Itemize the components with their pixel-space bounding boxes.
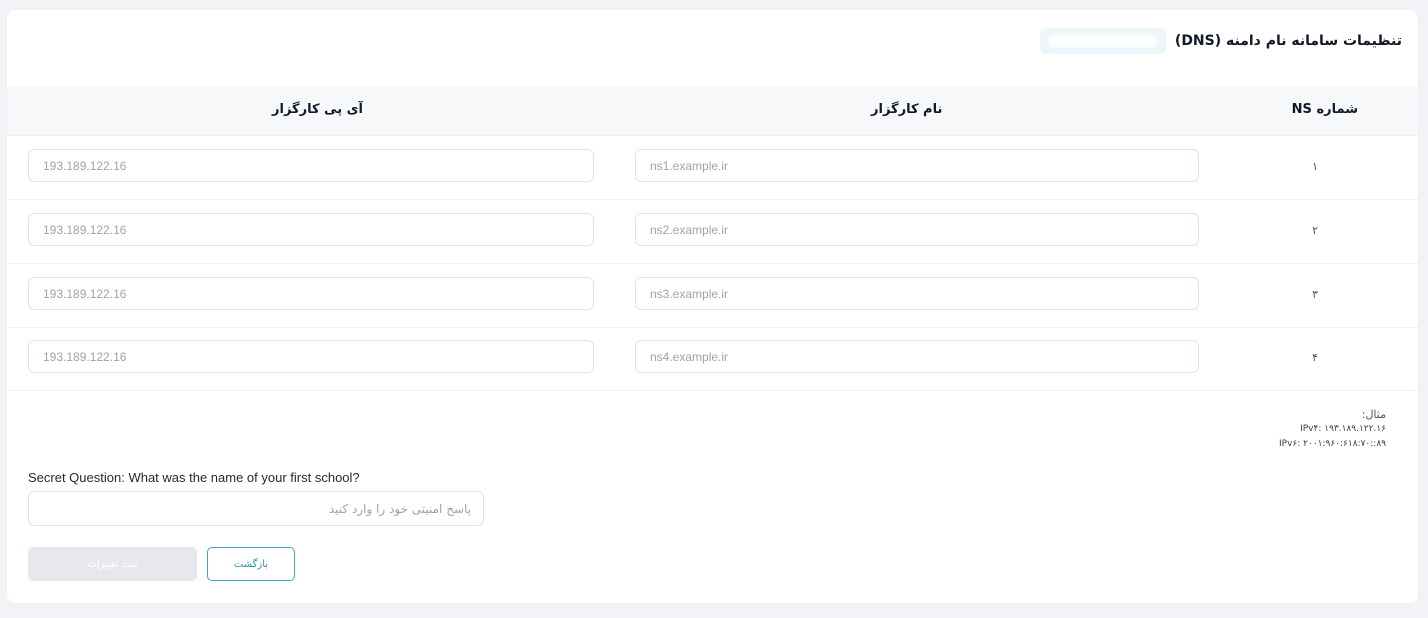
page-title: تنظیمات سامانه نام دامنه (DNS): [1174, 33, 1402, 49]
server-ip-input-1[interactable]: [28, 149, 594, 182]
table-row: ۱: [7, 136, 1418, 200]
table-header: شماره NS نام کارگزار آی پی کارگزار: [7, 86, 1418, 136]
security-answer-input[interactable]: [28, 491, 484, 526]
example-label: مثال:: [1361, 408, 1386, 421]
server-name-input-4[interactable]: [635, 340, 1199, 373]
dns-settings-card: تنظیمات سامانه نام دامنه (DNS) شماره NS …: [7, 10, 1418, 603]
example-ipv6: IPv۶: ۲۰۰۱:۹۶۰:۶۱۸:۷۰::۸۹: [1279, 439, 1386, 449]
column-header-server-ip: آی پی کارگزار: [272, 102, 363, 117]
submit-changes-button[interactable]: ثبت تغییرات: [28, 547, 197, 581]
server-ip-input-2[interactable]: [28, 213, 594, 246]
server-ip-input-3[interactable]: [28, 277, 594, 310]
ns-number: ۲: [1312, 224, 1318, 237]
table-row: ۴: [7, 327, 1418, 391]
table-row: ۲: [7, 200, 1418, 264]
server-name-input-2[interactable]: [635, 213, 1199, 246]
example-hint: مثال: IPv۴: ۱۹۳.۱۸۹.۱۲۲.۱۶ IPv۶: ۲۰۰۱:۹۶…: [1279, 407, 1386, 452]
ns-number: ۴: [1312, 351, 1318, 364]
ns-number: ۳: [1312, 288, 1318, 301]
example-ipv4: IPv۴: ۱۹۳.۱۸۹.۱۲۲.۱۶: [1300, 424, 1386, 434]
ns-number: ۱: [1312, 160, 1318, 173]
card-header: تنظیمات سامانه نام دامنه (DNS): [7, 10, 1418, 86]
column-header-ns: شماره NS: [1291, 102, 1358, 117]
domain-name-badge: [1040, 28, 1166, 54]
column-header-server-name: نام کارگزار: [871, 102, 943, 117]
server-name-input-3[interactable]: [635, 277, 1199, 310]
security-question-label: Secret Question: What was the name of yo…: [28, 470, 360, 485]
server-ip-input-4[interactable]: [28, 340, 594, 373]
table-row: ۳: [7, 264, 1418, 328]
back-button[interactable]: بازگشت: [207, 547, 295, 581]
server-name-input-1[interactable]: [635, 149, 1199, 182]
redacted-domain: [1048, 35, 1158, 47]
